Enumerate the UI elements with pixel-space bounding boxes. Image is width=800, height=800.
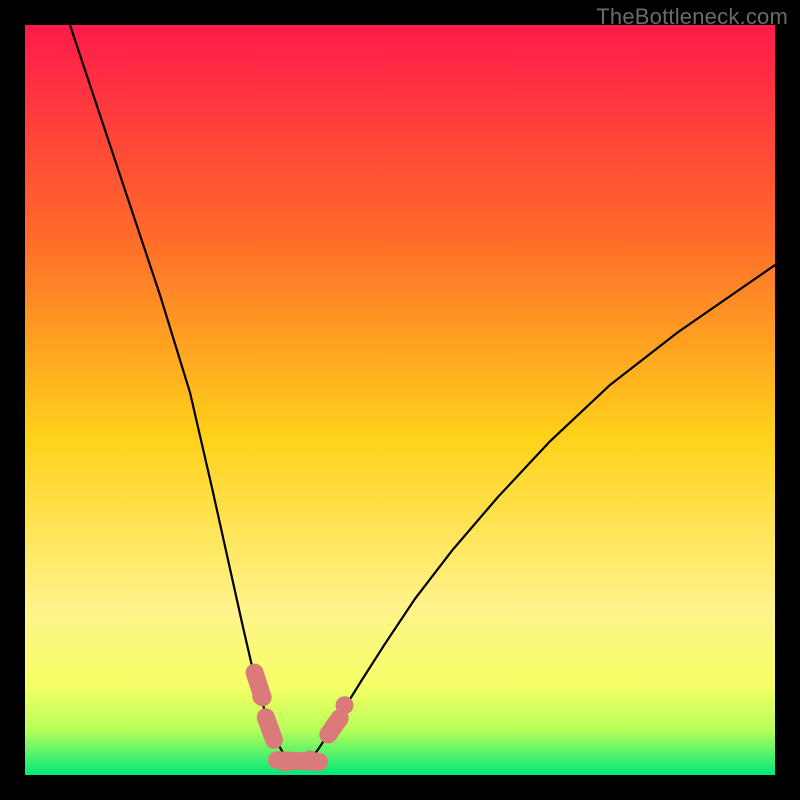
gradient-background xyxy=(25,25,775,775)
marker-dot xyxy=(252,687,270,705)
chart-frame: TheBottleneck.com xyxy=(0,0,800,800)
marker-capsule xyxy=(266,717,274,740)
marker-dot xyxy=(277,754,295,772)
plot-area xyxy=(25,25,775,775)
marker-dot xyxy=(301,751,319,769)
bottleneck-chart xyxy=(25,25,775,775)
marker-capsule xyxy=(328,718,339,734)
marker-dot xyxy=(336,696,354,714)
